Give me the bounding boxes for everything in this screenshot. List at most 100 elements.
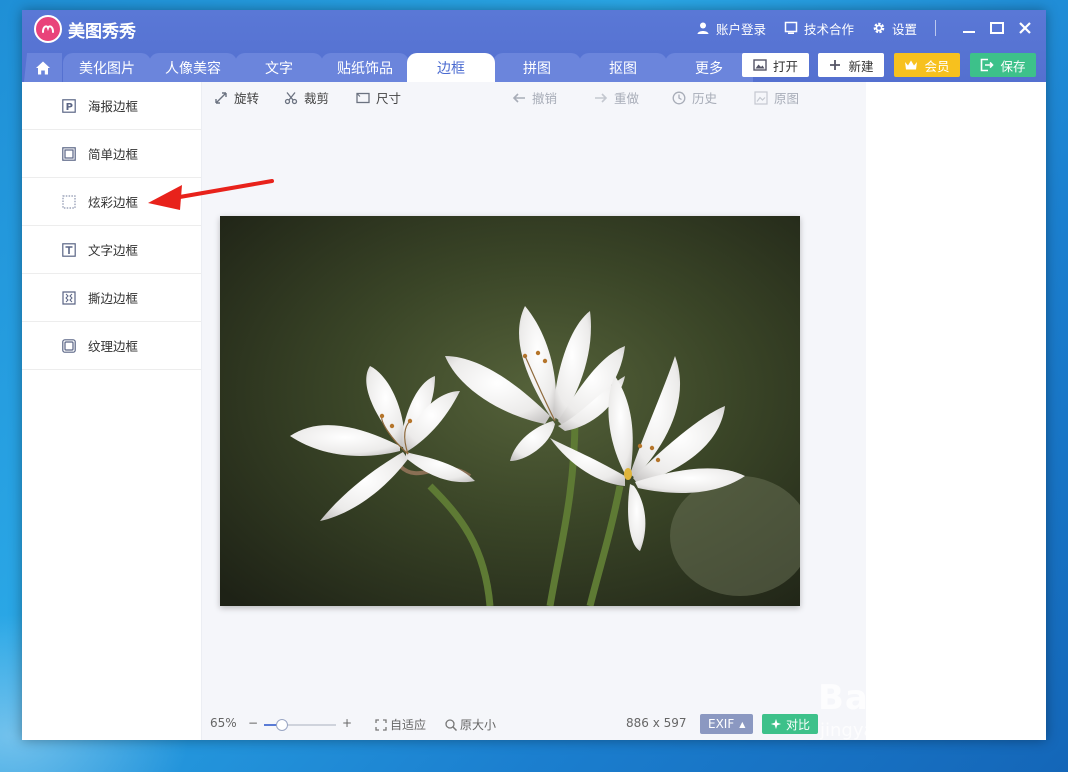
minimize-icon <box>963 31 975 33</box>
app-logo-icon <box>34 15 62 43</box>
redo-arrow-icon <box>595 92 608 103</box>
sidebar-item-poster-frame[interactable]: P 海报边框 <box>22 82 201 130</box>
compare-button[interactable]: 对比 <box>762 714 819 734</box>
right-material-panel <box>866 82 1046 740</box>
sidebar-item-label: 撕边边框 <box>88 291 139 306</box>
tab-stickers[interactable]: 贴纸饰品 <box>321 53 409 82</box>
redo-label: 重做 <box>614 91 640 106</box>
text-frame-icon <box>62 242 76 257</box>
main-tabs: 美化图片 人像美容 文字 贴纸饰品 边框 拼图 抠图 更多 <box>22 53 753 82</box>
zoom-slider[interactable] <box>258 719 342 731</box>
tech-cooperation-link[interactable]: 技术合作 <box>784 19 854 38</box>
tab-portrait[interactable]: 人像美容 <box>149 53 237 82</box>
top-actions: 账户登录 技术合作 设置 <box>696 19 1034 37</box>
settings-label: 设置 <box>891 21 917 37</box>
size-button[interactable]: 尺寸 <box>356 88 401 107</box>
open-button[interactable]: 打开 <box>742 53 809 77</box>
save-button[interactable]: 保存 <box>970 53 1036 77</box>
plus-icon <box>830 60 841 70</box>
redo-button[interactable]: 重做 <box>594 88 639 107</box>
gear-icon <box>873 22 885 34</box>
fit-to-window-button[interactable]: 自适应 <box>374 716 426 733</box>
tab-beautify[interactable]: 美化图片 <box>63 53 151 82</box>
tab-cutout[interactable]: 抠图 <box>579 53 667 82</box>
user-icon <box>697 22 709 34</box>
save-label: 保存 <box>1000 58 1026 74</box>
edit-toolbar: 旋转 裁剪 尺寸 撤销 重做 历史 原图 <box>214 88 854 106</box>
texture-frame-icon <box>62 338 76 353</box>
fit-icon <box>375 718 387 731</box>
tech-cooperation-label: 技术合作 <box>803 21 854 37</box>
tab-frames[interactable]: 边框 <box>407 53 495 82</box>
new-button[interactable]: 新建 <box>818 53 884 77</box>
account-login-link[interactable]: 账户登录 <box>696 19 766 38</box>
new-label: 新建 <box>848 58 874 74</box>
editing-canvas: 旋转 裁剪 尺寸 撤销 重做 历史 原图 65% − + 自适应 原大小 886… <box>202 82 866 740</box>
picture-icon <box>754 90 768 105</box>
vip-button[interactable]: 会员 <box>894 53 960 77</box>
image-dimensions: 886 x 597 <box>626 716 687 730</box>
image-icon <box>753 59 767 71</box>
exif-button[interactable]: EXIF ▲ <box>700 714 754 734</box>
size-label: 尺寸 <box>376 91 402 106</box>
home-tab[interactable] <box>24 53 62 82</box>
home-icon <box>36 61 50 74</box>
app-title: 美图秀秀 <box>68 22 136 42</box>
window-controls-divider <box>935 20 936 36</box>
exif-label: EXIF <box>708 717 735 731</box>
maximize-icon <box>990 22 1004 34</box>
sidebar-item-label: 文字边框 <box>88 243 139 258</box>
torn-frame-icon <box>62 290 76 305</box>
scissors-icon <box>284 91 298 104</box>
sidebar-item-label: 简单边框 <box>88 147 139 162</box>
actual-size-button[interactable]: 原大小 <box>444 716 496 733</box>
poster-frame-icon: P <box>62 98 76 113</box>
vip-label: 会员 <box>924 58 950 74</box>
clock-icon <box>672 91 686 104</box>
history-button[interactable]: 历史 <box>672 88 717 107</box>
app-window: 美图秀秀 账户登录 技术合作 设置 美化图片 人像美容 文字 贴纸饰品 边框 拼… <box>22 10 1046 740</box>
rotate-button[interactable]: 旋转 <box>214 88 259 107</box>
rotate-label: 旋转 <box>234 91 260 106</box>
tab-text[interactable]: 文字 <box>235 53 323 82</box>
crop-button[interactable]: 裁剪 <box>284 88 329 107</box>
magnifier-icon <box>445 718 458 731</box>
sidebar-item-label: 炫彩边框 <box>88 195 139 210</box>
sidebar-item-simple-frame[interactable]: 简单边框 <box>22 130 201 178</box>
monitor-icon <box>784 21 798 34</box>
original-image-label: 原图 <box>774 91 800 106</box>
watermark-url: jingyan.baidu.com <box>820 720 987 741</box>
original-image-button[interactable]: 原图 <box>754 88 799 107</box>
zoom-in-button[interactable]: + <box>342 716 352 730</box>
svg-text:P: P <box>66 102 73 113</box>
maximize-button[interactable] <box>988 19 1006 37</box>
watermark-brand: Baidu经验 <box>818 678 1003 718</box>
open-label: 打开 <box>772 58 798 74</box>
tab-collage[interactable]: 拼图 <box>493 53 581 82</box>
tab-more[interactable]: 更多 <box>665 53 753 82</box>
exif-badge: EXIF ▲ <box>700 714 754 734</box>
sidebar-item-texture-frame[interactable]: 纹理边框 <box>22 322 201 370</box>
history-label: 历史 <box>692 91 718 106</box>
simple-frame-icon <box>62 146 76 161</box>
rotate-icon <box>215 91 227 104</box>
close-icon <box>1019 22 1031 34</box>
settings-link[interactable]: 设置 <box>872 19 917 38</box>
sidebar-item-label: 纹理边框 <box>88 339 139 354</box>
minimize-button[interactable] <box>960 19 978 37</box>
zoom-slider-track <box>264 719 336 731</box>
sidebar-item-label: 海报边框 <box>88 99 139 114</box>
account-login-label: 账户登录 <box>715 21 766 37</box>
actual-size-label: 原大小 <box>460 718 497 732</box>
close-button[interactable] <box>1016 19 1034 37</box>
sidebar-item-text-frame[interactable]: 文字边框 <box>22 226 201 274</box>
zoom-percent: 65% <box>210 716 237 730</box>
edited-photo[interactable] <box>220 216 800 606</box>
zoom-out-button[interactable]: − <box>248 716 258 730</box>
export-icon <box>981 58 995 72</box>
undo-arrow-icon <box>512 92 525 103</box>
title-bar: 美图秀秀 账户登录 技术合作 设置 美化图片 人像美容 文字 贴纸饰品 边框 拼… <box>22 10 1046 82</box>
zoom-slider-handle[interactable] <box>276 719 288 731</box>
undo-button[interactable]: 撤销 <box>512 88 557 107</box>
sidebar-item-torn-frame[interactable]: 撕边边框 <box>22 274 201 322</box>
